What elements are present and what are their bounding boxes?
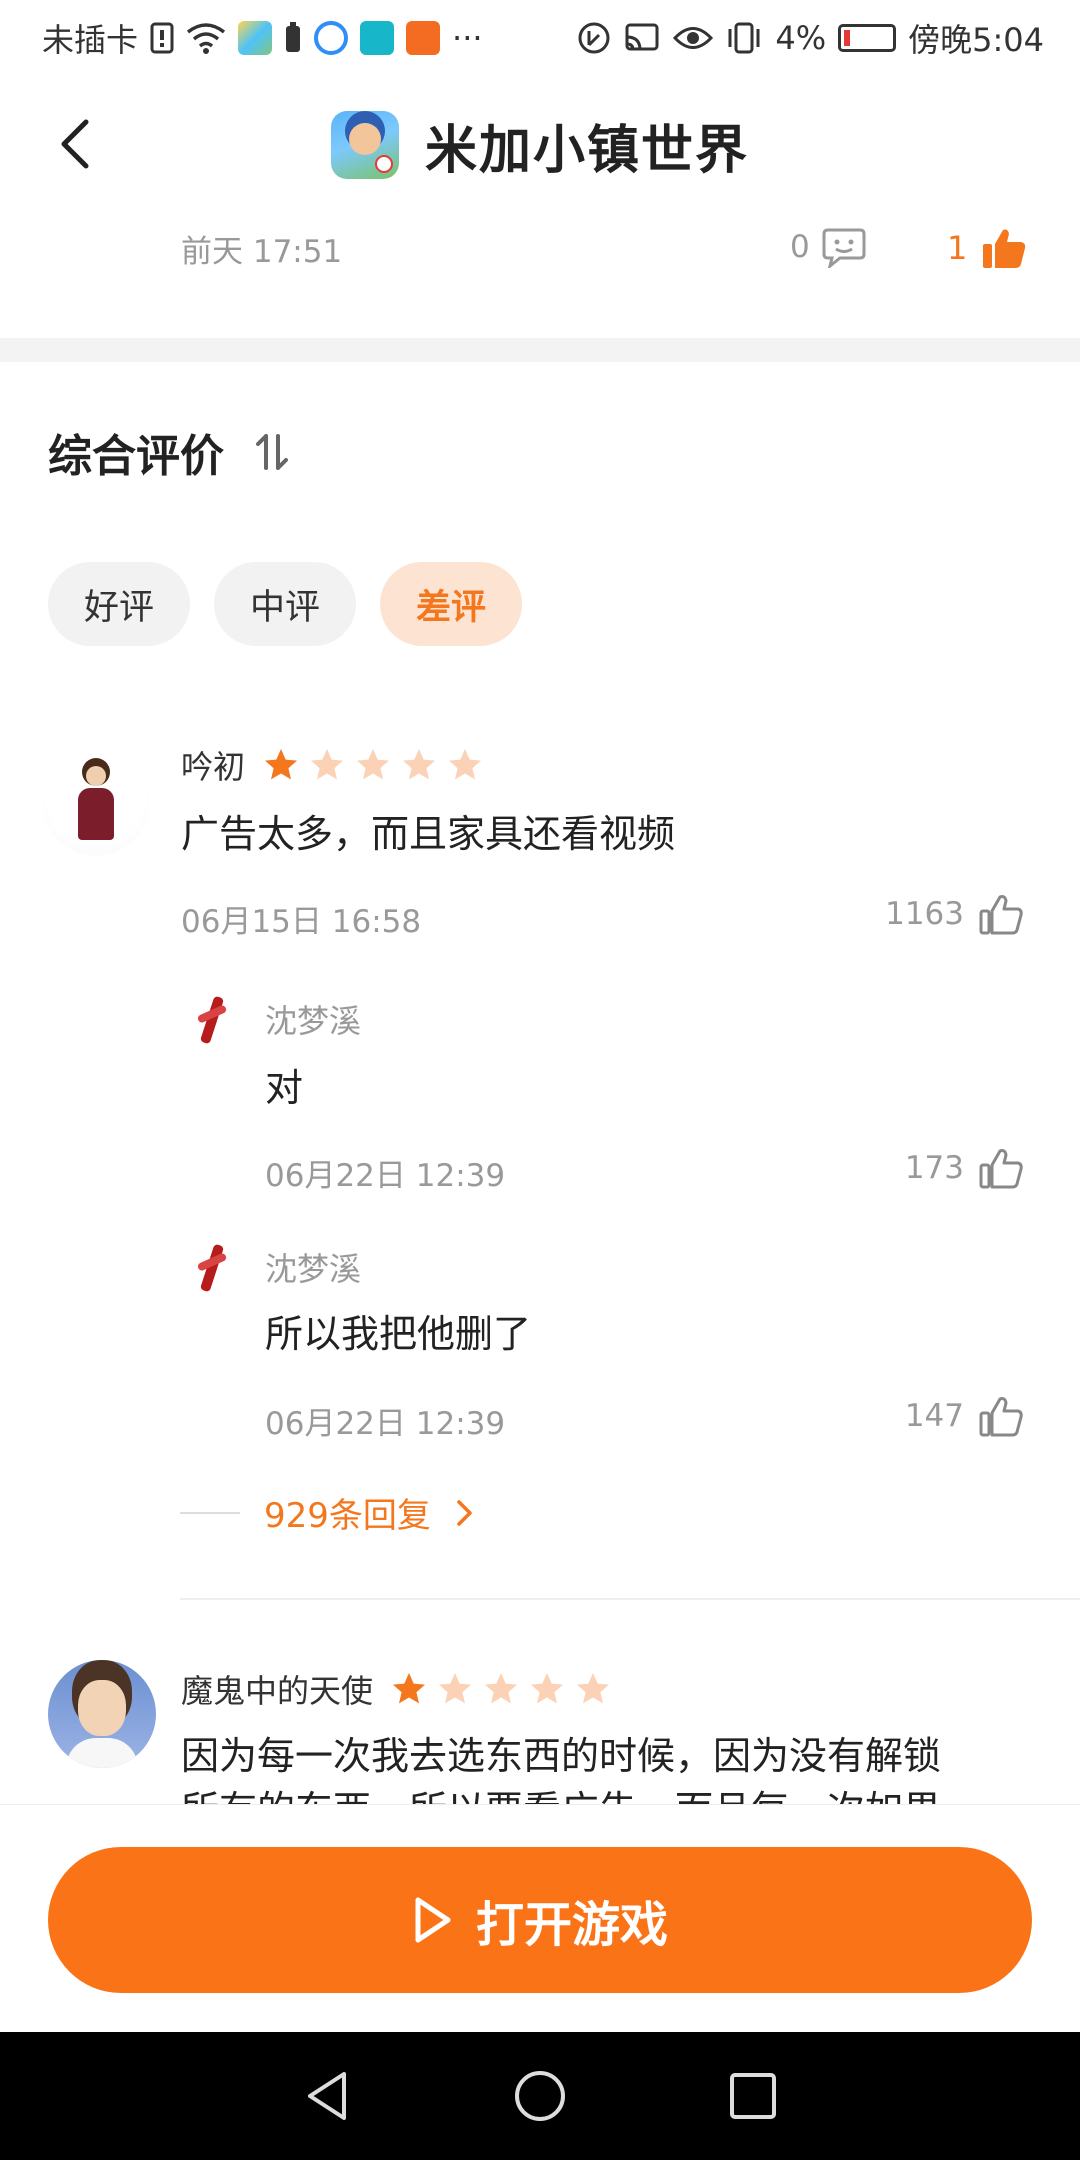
- star-empty-icon: [485, 1673, 518, 1704]
- nav-recents-button[interactable]: [718, 2061, 788, 2131]
- filter-chip-negative[interactable]: 差评: [380, 562, 523, 646]
- reply-like-count: 173: [904, 1150, 964, 1186]
- rating-stars: [391, 1671, 611, 1707]
- nav-back-button[interactable]: [292, 2061, 362, 2131]
- star-filled-icon: [393, 1673, 426, 1704]
- eye-comfort-icon: [673, 27, 714, 49]
- star-empty-icon: [531, 1673, 564, 1704]
- reply-text: 对: [265, 1066, 304, 1110]
- star-empty-icon: [439, 1673, 472, 1704]
- sort-icon[interactable]: [250, 430, 294, 474]
- back-icon[interactable]: [48, 114, 108, 174]
- nav-home-icon: [514, 2071, 565, 2121]
- review-separator: [180, 1598, 1080, 1600]
- star-filled-icon: [265, 749, 298, 780]
- bottom-action-bar: 打开游戏: [0, 1804, 1080, 2032]
- nav-home-button[interactable]: [505, 2061, 575, 2131]
- reply-like-button[interactable]: 173: [905, 1146, 1024, 1190]
- app-title-group: 米加小镇世界: [330, 108, 749, 183]
- vibrate-icon: [728, 22, 760, 54]
- previous-comment-time: 前天 17:51: [181, 234, 343, 270]
- carrier-text: 未插卡: [42, 21, 139, 59]
- review-username[interactable]: 吟初: [181, 742, 245, 788]
- open-game-button[interactable]: 打开游戏: [48, 1847, 1032, 1993]
- review-like-button[interactable]: 1163: [885, 892, 1024, 936]
- reply-like-count: 147: [904, 1398, 964, 1434]
- star-empty-icon: [577, 1673, 610, 1704]
- thumbs-up-filled-icon: [983, 229, 1026, 268]
- rating-stars: [263, 747, 483, 783]
- store-app-icon: [406, 21, 441, 55]
- data-saver-icon: [578, 22, 610, 54]
- battery-icon: [838, 24, 897, 52]
- cast-icon: [625, 23, 659, 51]
- status-right: 4% 傍晚5:04: [577, 15, 1044, 61]
- filter-chip-neutral[interactable]: 中评: [214, 562, 357, 646]
- star-empty-icon: [357, 749, 390, 780]
- thumbs-up-icon: [979, 1149, 1023, 1189]
- reply-like-button[interactable]: 147: [905, 1394, 1024, 1438]
- user-avatar[interactable]: [48, 1660, 156, 1768]
- review-user-line: 魔鬼中的天使: [181, 1666, 611, 1712]
- reply-username[interactable]: 沈梦溪: [265, 1244, 361, 1290]
- filter-chip-positive[interactable]: 好评: [48, 562, 191, 646]
- clock-text: 傍晚5:04: [908, 21, 1044, 59]
- section-title: 综合评价: [48, 431, 224, 482]
- reply-text: 所以我把他删了: [265, 1312, 532, 1356]
- like-count: 1: [947, 229, 968, 267]
- app-header: 米加小镇世界: [0, 76, 1080, 214]
- review-text: 广告太多，而且家具还看视频: [181, 812, 676, 856]
- star-empty-icon: [403, 749, 436, 780]
- more-replies-link[interactable]: 929条回复: [180, 1488, 475, 1537]
- user-avatar[interactable]: [42, 748, 150, 856]
- battery-percent: 4%: [775, 19, 827, 57]
- thumbs-up-icon: [979, 895, 1023, 935]
- sim-alert-icon: [150, 22, 174, 54]
- more-replies-divider: [180, 1511, 240, 1514]
- open-game-label: 打开游戏: [475, 1897, 668, 1953]
- reply-time: 06月22日 12:39: [265, 1406, 506, 1442]
- star-empty-icon: [311, 749, 344, 780]
- section-divider: [0, 338, 1080, 362]
- battery-saver-icon: [286, 22, 301, 52]
- review-username[interactable]: 魔鬼中的天使: [181, 1666, 373, 1712]
- section-header: 综合评价: [48, 420, 294, 484]
- nav-back-icon: [307, 2072, 346, 2120]
- review-text: 因为每一次我去选东西的时候，因为没有解锁: [181, 1734, 942, 1778]
- reply-count: 0: [790, 229, 810, 265]
- rating-filter-chips: 好评 中评 差评: [48, 562, 523, 646]
- reader-app-icon: [360, 21, 395, 55]
- review-like-count: 1163: [885, 896, 964, 932]
- play-icon: [415, 1897, 451, 1943]
- previous-comment-likes[interactable]: 1: [947, 226, 1027, 270]
- reply-avatar[interactable]: [181, 1238, 243, 1300]
- previous-comment-replies[interactable]: 0: [790, 226, 866, 268]
- browser-app-icon: [314, 21, 349, 55]
- thumbs-up-icon: [979, 1397, 1023, 1437]
- previous-comment-meta: 前天 17:51 0 1: [0, 226, 1080, 276]
- reply-avatar[interactable]: [181, 990, 243, 1052]
- review-user-line: 吟初: [181, 742, 483, 788]
- review-time: 06月15日 16:58: [181, 904, 422, 940]
- game-app-icon: [330, 111, 399, 179]
- comment-icon: [822, 228, 866, 268]
- star-empty-icon: [449, 749, 482, 780]
- more-notifications-icon: ···: [452, 19, 483, 57]
- gallery-app-icon: [238, 21, 273, 55]
- status-bar: 未插卡 ··· 4% 傍晚5:04: [0, 0, 1080, 76]
- reply-username[interactable]: 沈梦溪: [265, 996, 361, 1042]
- page-title: 米加小镇世界: [424, 120, 749, 181]
- chevron-right-icon: [457, 1499, 472, 1526]
- more-replies-label: 929条回复: [264, 1496, 431, 1536]
- nav-recents-icon: [730, 2073, 777, 2119]
- system-nav-bar: [0, 2032, 1080, 2160]
- wifi-icon: [186, 23, 226, 54]
- status-left: 未插卡 ···: [42, 15, 483, 61]
- reply-time: 06月22日 12:39: [265, 1158, 506, 1194]
